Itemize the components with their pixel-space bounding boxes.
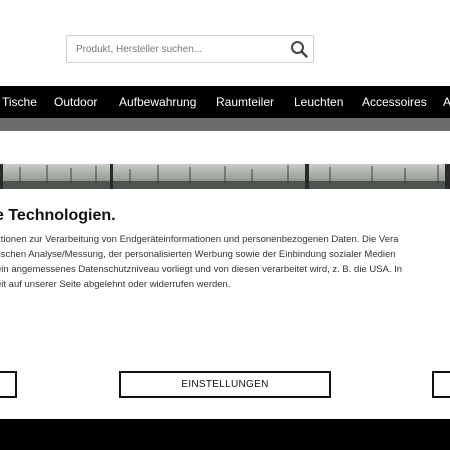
cookie-right-button[interactable] — [432, 371, 450, 398]
nav-subbar — [0, 118, 450, 131]
main-navigation: Tische Outdoor Aufbewahrung Raumteiler L… — [0, 86, 450, 118]
hero-image — [0, 164, 450, 189]
nav-item-leuchten[interactable]: Leuchten — [294, 86, 343, 118]
cookie-left-button[interactable] — [0, 371, 17, 398]
nav-item-outdoor[interactable]: Outdoor — [54, 86, 97, 118]
cookie-settings-button[interactable]: EINSTELLUNGEN — [119, 371, 331, 398]
footer-bar — [0, 419, 450, 450]
cookie-banner-title: e Technologien. — [0, 207, 116, 224]
cookie-banner-text: ktionen zur Verarbeitung von Endgerätein… — [0, 232, 450, 292]
cookie-text-line: ein angemessenes Datenschutzniveau vorli… — [0, 264, 403, 275]
cookie-text-line: eit auf unserer Seite abgelehnt oder wid… — [0, 279, 231, 290]
search-input[interactable] — [67, 36, 277, 62]
site-header — [0, 0, 450, 86]
cookie-consent-banner: e Technologien. ktionen zur Verarbeitung… — [0, 189, 450, 419]
cookie-text-line: tischen Analyse/Messung, der personalisi… — [0, 249, 396, 260]
cookie-text-line: ktionen zur Verarbeitung von Endgerätein… — [0, 234, 399, 245]
nav-item-accessoires[interactable]: Accessoires — [362, 86, 427, 118]
nav-item-tische[interactable]: Tische — [2, 86, 37, 118]
search-box — [66, 35, 314, 63]
search-icon[interactable] — [290, 40, 308, 58]
nav-item-aufbewahrung[interactable]: Aufbewahrung — [119, 86, 196, 118]
nav-item-more[interactable]: A — [443, 86, 450, 118]
nav-item-raumteiler[interactable]: Raumteiler — [216, 86, 274, 118]
